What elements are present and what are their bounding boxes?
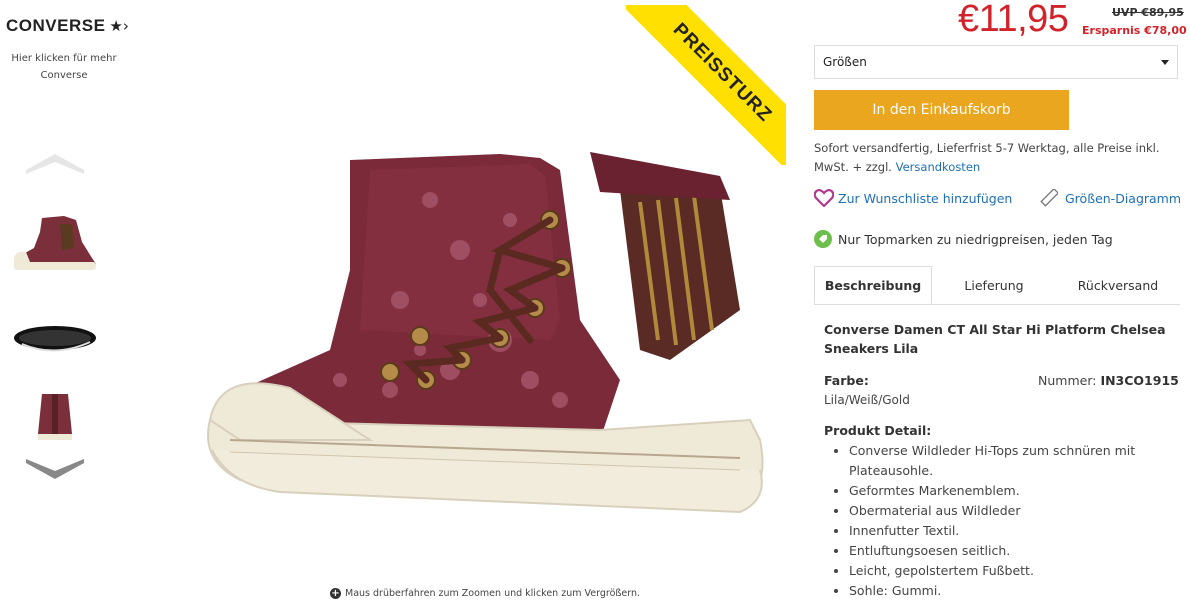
list-item: Innenfutter Textil. (849, 521, 1190, 541)
thumbnail-side[interactable] (12, 212, 98, 274)
size-select[interactable]: Größen (814, 45, 1178, 79)
list-item: Leicht, gepolstertem Fußbett. (849, 561, 1190, 581)
size-chart-label: Größen-Diagramm (1065, 190, 1182, 206)
tab-lieferung[interactable]: Lieferung (932, 266, 1056, 304)
ribbon-text: PREISSTURZ (626, 5, 786, 165)
wishlist-label: Zur Wunschliste hinzufügen (838, 190, 1013, 206)
wishlist-link[interactable]: Zur Wunschliste hinzufügen (814, 189, 1012, 207)
shipping-text: Sofort versandfertig, Lieferfrist 5-7 We… (814, 141, 1160, 174)
thumbnail-back[interactable] (12, 390, 98, 442)
info-tabs: Beschreibung Lieferung Rückversand (814, 266, 1180, 305)
size-chart-link[interactable]: Größen-Diagramm (1040, 189, 1181, 207)
brand-logo[interactable]: CONVERSE ★› (6, 16, 136, 36)
detail-list: Converse Wildleder Hi-Tops zum schnüren … (824, 441, 1190, 601)
product-image[interactable] (200, 140, 790, 540)
heart-icon (814, 189, 834, 207)
star-chevron-icon: ★› (109, 17, 129, 35)
top-brands-note: Nur Topmarken zu niedrigpreisen, jeden T… (814, 230, 1113, 248)
list-item: Entluftungsoesen seitlich. (849, 541, 1190, 561)
brand-link-line2: Converse (40, 70, 88, 81)
product-title: Converse Damen CT All Star Hi Platform C… (824, 322, 1166, 356)
saving-amount: Ersparnis €78,00 (1082, 24, 1187, 37)
chevron-up-icon[interactable] (26, 150, 84, 174)
tab-beschreibung[interactable]: Beschreibung (814, 266, 932, 304)
number-label: Nummer: (1038, 373, 1097, 388)
price-drop-ribbon: PREISSTURZ (626, 5, 786, 165)
shipping-info: Sofort versandfertig, Lieferfrist 5-7 We… (814, 139, 1180, 177)
size-select-value: Größen (823, 55, 867, 69)
shipping-costs-link[interactable]: Versandkosten (896, 160, 981, 174)
caret-down-icon (1161, 59, 1169, 65)
ruler-icon (1040, 189, 1058, 207)
color-value: Lila/Weiß/Gold (824, 393, 910, 407)
brand-link-line1: Hier klicken für mehr (11, 53, 117, 64)
article-number: Nummer: IN3CO1915 (1038, 373, 1179, 388)
chevron-down-icon[interactable] (26, 455, 84, 479)
brand-name: CONVERSE (6, 16, 106, 35)
zoom-plus-icon: + (330, 588, 341, 599)
list-item: Obermaterial aus Wildleder (849, 501, 1190, 521)
list-item: Geformtes Markenemblem. (849, 481, 1190, 501)
tab-rueckversand[interactable]: Rückversand (1056, 266, 1180, 304)
thumbnail-sole[interactable] (12, 318, 98, 358)
zoom-hint: + Maus drüberfahren zum Zoomen und klick… (330, 588, 640, 599)
list-item: Sohle: Gummi. (849, 581, 1190, 601)
tag-icon (814, 230, 832, 248)
color-label: Farbe: (824, 373, 869, 388)
number-value: IN3CO1915 (1100, 373, 1179, 388)
list-item: Converse Wildleder Hi-Tops zum schnüren … (849, 441, 1190, 481)
current-price: €11,95 (958, 0, 1069, 40)
zoom-hint-text: Maus drüberfahren zum Zoomen und klicken… (345, 588, 640, 599)
brand-link[interactable]: Hier klicken für mehr Converse (0, 50, 128, 84)
add-to-cart-button[interactable]: In den Einkaufskorb (814, 90, 1069, 130)
detail-label: Produkt Detail: (824, 423, 932, 438)
top-brands-text: Nur Topmarken zu niedrigpreisen, jeden T… (838, 231, 1113, 247)
uvp-price: UVP €89,95 (1112, 6, 1184, 19)
